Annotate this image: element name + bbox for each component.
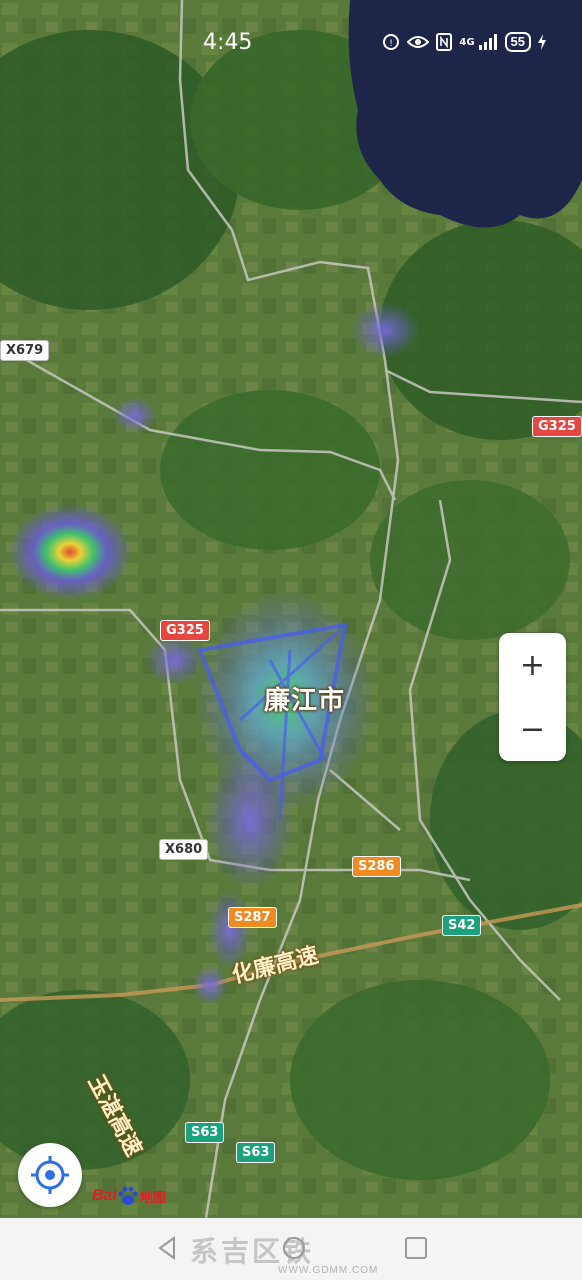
road-label-s287[interactable]: S287	[228, 907, 277, 928]
road-label-s63-a[interactable]: S63	[185, 1122, 225, 1143]
road-label-x679[interactable]: X679	[0, 340, 50, 361]
locate-icon	[31, 1156, 69, 1194]
eye-icon	[407, 36, 430, 48]
signal-icon	[478, 34, 497, 50]
zoom-out-button[interactable]: −	[499, 697, 566, 761]
svg-text:!: !	[390, 39, 394, 49]
notification-icon: !	[383, 34, 400, 50]
paw-icon	[118, 1186, 138, 1205]
locate-button[interactable]	[18, 1143, 82, 1207]
road-label-x680[interactable]: X680	[159, 839, 209, 860]
charging-icon	[538, 34, 546, 50]
watermark-text: 系吉区铁	[190, 1236, 315, 1267]
battery-level: 55	[504, 32, 531, 52]
zoom-in-button[interactable]: +	[499, 633, 566, 697]
road-label-s42[interactable]: S42	[442, 915, 482, 936]
city-label[interactable]: 廉江市	[264, 680, 345, 717]
watermark-url: WWW.GDMM.COM	[278, 1265, 379, 1276]
road-label-s63-b[interactable]: S63	[236, 1142, 276, 1163]
system-nav-bar: 系吉区铁 WWW.GDMM.COM	[0, 1218, 582, 1280]
network-type: 4G	[459, 36, 475, 48]
zoom-controls: + −	[499, 633, 566, 761]
status-time: 4:45	[203, 30, 253, 55]
back-icon[interactable]	[155, 1236, 179, 1260]
road-label-g325-center[interactable]: G325	[160, 620, 210, 641]
status-bar: 4:45 ! 4G 55	[0, 0, 582, 88]
recent-apps-icon[interactable]	[405, 1237, 427, 1259]
status-icons: ! 4G 55	[382, 32, 546, 52]
map-canvas[interactable]	[0, 0, 582, 1218]
nfc-icon	[436, 33, 453, 51]
road-label-s286[interactable]: S286	[352, 856, 401, 877]
baidu-map-logo: Bai 地图	[92, 1186, 166, 1205]
road-label-g325-east[interactable]: G325	[532, 416, 582, 437]
